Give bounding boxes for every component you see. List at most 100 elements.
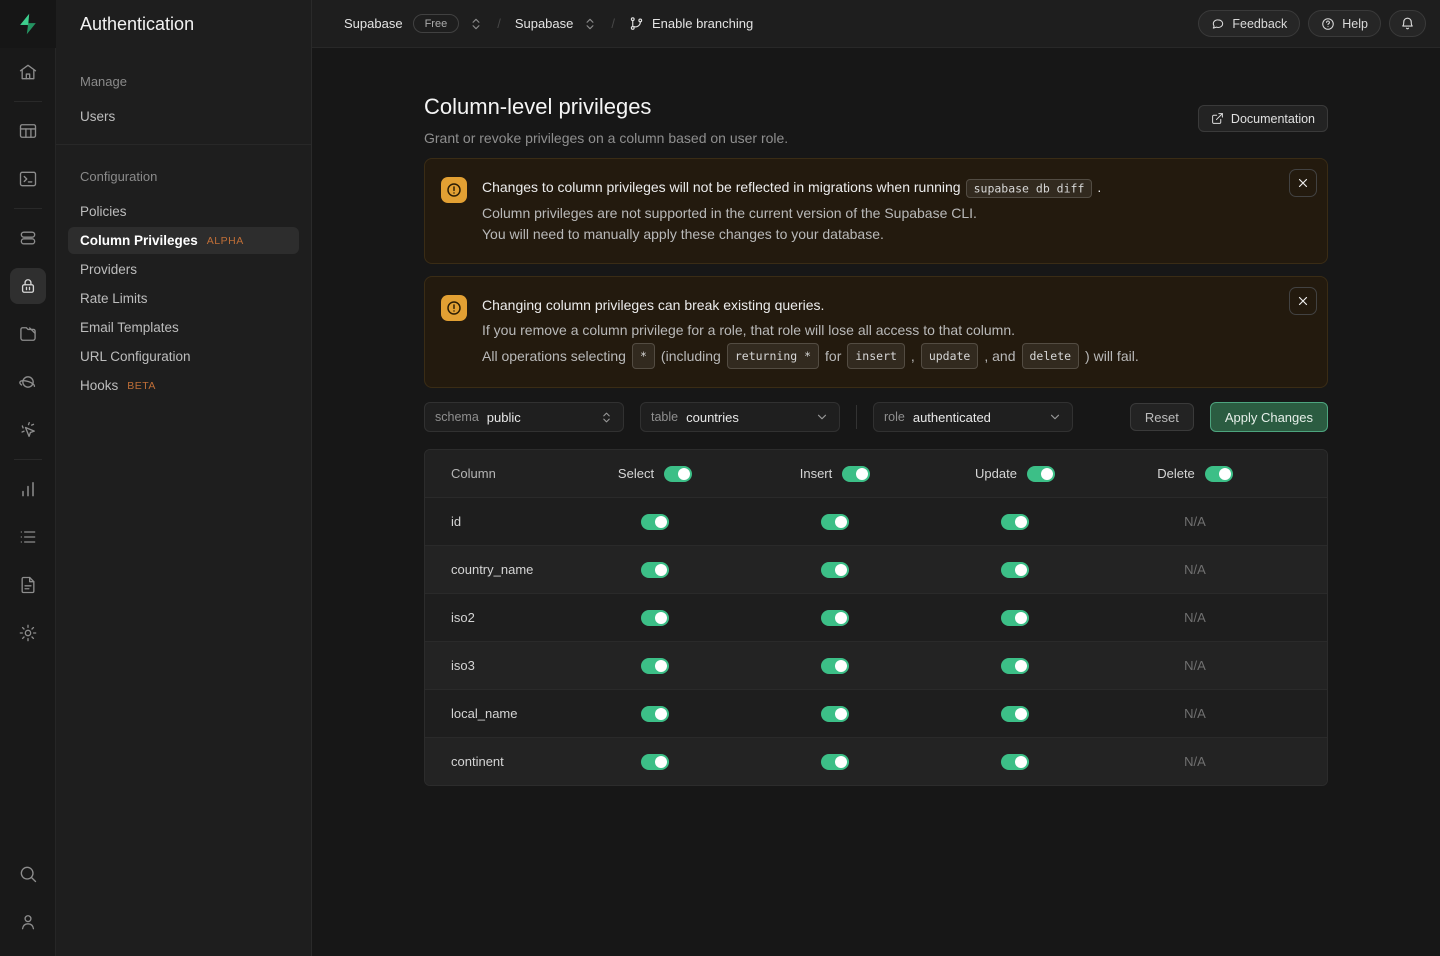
insert-toggle[interactable] — [821, 514, 849, 530]
supabase-logo[interactable] — [0, 0, 56, 48]
update-toggle[interactable] — [1001, 514, 1029, 530]
update-toggle[interactable] — [1001, 610, 1029, 626]
column-name: local_name — [425, 706, 565, 721]
insert-all-toggle[interactable] — [842, 466, 870, 482]
role-select[interactable]: role authenticated — [873, 402, 1073, 432]
sidebar-item-providers[interactable]: Providers — [68, 256, 299, 283]
enable-branching-button[interactable]: Enable branching — [629, 16, 753, 31]
apply-changes-button[interactable]: Apply Changes — [1210, 402, 1328, 432]
schema-select[interactable]: schema public — [424, 402, 624, 432]
rail-item-sql-editor[interactable] — [10, 161, 46, 197]
delete-na-label: N/A — [1184, 610, 1206, 625]
help-button[interactable]: Help — [1308, 10, 1381, 37]
insert-toggle[interactable] — [821, 706, 849, 722]
select-toggle[interactable] — [641, 514, 669, 530]
select-header: Select — [618, 466, 654, 481]
close-icon[interactable] — [1289, 169, 1317, 197]
reset-button[interactable]: Reset — [1130, 403, 1194, 431]
chevrons-up-down-icon[interactable] — [583, 17, 597, 31]
sidebar-item-rate-limits[interactable]: Rate Limits — [68, 285, 299, 312]
chevrons-up-down-icon — [600, 411, 613, 424]
table-row: country_name N/A — [425, 545, 1327, 593]
rail-item-account[interactable] — [10, 904, 46, 940]
sidebar-item-email-templates[interactable]: Email Templates — [68, 314, 299, 341]
breadcrumb-project[interactable]: Supabase — [515, 16, 574, 31]
sidebar-item-column-privileges[interactable]: Column Privileges ALPHA — [68, 227, 299, 254]
file-text-icon — [18, 575, 38, 595]
rail-item-reports[interactable] — [10, 471, 46, 507]
rail-item-storage[interactable] — [10, 316, 46, 352]
delete-header: Delete — [1157, 466, 1195, 481]
select-all-toggle[interactable] — [664, 466, 692, 482]
user-icon — [18, 912, 38, 932]
page-title: Column-level privileges — [424, 94, 788, 120]
breadcrumb-separator: / — [607, 16, 619, 31]
table-header-row: Column Select Insert Update Delete — [425, 450, 1327, 497]
update-toggle[interactable] — [1001, 706, 1029, 722]
select-toggle[interactable] — [641, 658, 669, 674]
help-circle-icon — [1321, 17, 1335, 31]
column-name: iso3 — [425, 658, 565, 673]
sidebar-item-policies[interactable]: Policies — [68, 198, 299, 225]
select-toggle[interactable] — [641, 754, 669, 770]
rail-item-database[interactable] — [10, 220, 46, 256]
code-chip: supabase db diff — [966, 179, 1093, 198]
warning-icon — [441, 295, 467, 321]
insert-toggle[interactable] — [821, 610, 849, 626]
table-row: local_name N/A — [425, 689, 1327, 737]
update-all-toggle[interactable] — [1027, 466, 1055, 482]
section-label-manage: Manage — [56, 70, 311, 101]
delete-na-label: N/A — [1184, 658, 1206, 673]
section-label-configuration: Configuration — [56, 165, 311, 196]
rail-item-table-editor[interactable] — [10, 113, 46, 149]
insert-toggle[interactable] — [821, 658, 849, 674]
table-select[interactable]: table countries — [640, 402, 840, 432]
banner-title: Changes to column privileges will not be… — [482, 177, 1101, 199]
sidebar-divider — [56, 144, 311, 145]
rail-item-realtime[interactable] — [10, 412, 46, 448]
select-toggle[interactable] — [641, 706, 669, 722]
rail-item-api-docs[interactable] — [10, 567, 46, 603]
rail-item-edge-functions[interactable] — [10, 364, 46, 400]
external-link-icon — [1211, 112, 1224, 125]
notifications-button[interactable] — [1389, 10, 1426, 37]
rail-item-logs[interactable] — [10, 519, 46, 555]
rail-divider — [14, 459, 42, 460]
chat-bubble-icon — [1211, 17, 1225, 31]
sidebar-item-url-configuration[interactable]: URL Configuration — [68, 343, 299, 370]
rail-item-search[interactable] — [10, 856, 46, 892]
sidebar-item-users[interactable]: Users — [68, 103, 299, 130]
insert-toggle[interactable] — [821, 754, 849, 770]
chevron-down-icon — [1048, 410, 1062, 424]
sidebar-item-hooks[interactable]: Hooks BETA — [68, 372, 299, 399]
filter-row: schema public table countries role authe… — [424, 402, 1328, 432]
breadcrumb-org[interactable]: Supabase — [344, 16, 403, 31]
chevron-down-icon — [815, 410, 829, 424]
rail-item-authentication[interactable] — [10, 268, 46, 304]
banner-title: Changing column privileges can break exi… — [482, 295, 1139, 316]
update-toggle[interactable] — [1001, 658, 1029, 674]
documentation-button[interactable]: Documentation — [1198, 105, 1328, 132]
select-toggle[interactable] — [641, 562, 669, 578]
delete-all-toggle[interactable] — [1205, 466, 1233, 482]
icon-rail — [0, 0, 56, 956]
update-toggle[interactable] — [1001, 754, 1029, 770]
chevrons-up-down-icon[interactable] — [469, 17, 483, 31]
database-icon — [18, 228, 38, 248]
code-chip: update — [921, 343, 979, 369]
lock-icon — [18, 276, 38, 296]
update-toggle[interactable] — [1001, 562, 1029, 578]
select-toggle[interactable] — [641, 610, 669, 626]
column-name: iso2 — [425, 610, 565, 625]
warning-banner-breaking-queries: Changing column privileges can break exi… — [424, 276, 1328, 388]
insert-toggle[interactable] — [821, 562, 849, 578]
realtime-cursor-icon — [18, 420, 38, 440]
sql-editor-icon — [18, 169, 38, 189]
home-icon — [18, 62, 38, 82]
update-header: Update — [975, 466, 1017, 481]
close-icon[interactable] — [1289, 287, 1317, 315]
table-row: iso2 N/A — [425, 593, 1327, 641]
feedback-button[interactable]: Feedback — [1198, 10, 1300, 37]
rail-item-home[interactable] — [10, 54, 46, 90]
rail-item-settings[interactable] — [10, 615, 46, 651]
